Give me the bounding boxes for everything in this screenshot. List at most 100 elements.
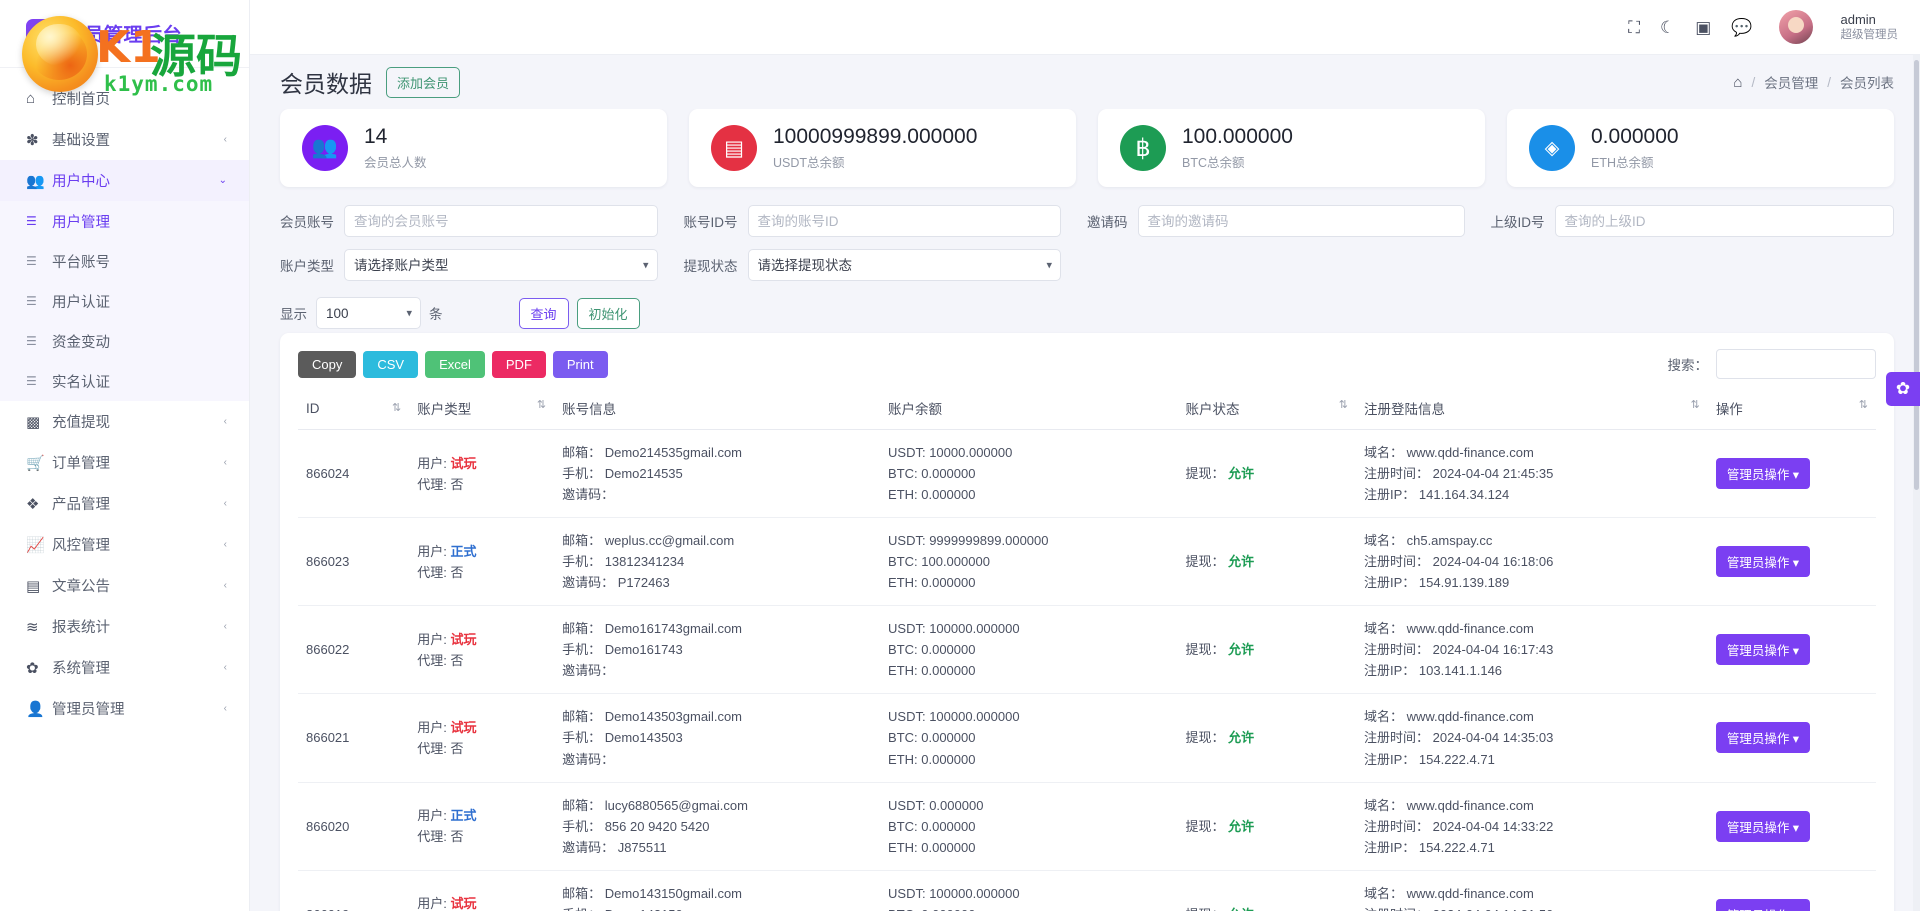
pdf-button[interactable]: PDF [491, 350, 546, 378]
sidebar-item-user-auth[interactable]: ☰ 用户认证 [0, 281, 249, 321]
admin-operation-button[interactable]: 管理员操作 ▾ [1715, 458, 1811, 490]
sidebar-item-user-manage[interactable]: ☰ 用户管理 [0, 201, 249, 241]
sidebar-item-admin-manage[interactable]: 👤 管理员管理 ‹ [0, 688, 249, 729]
sidebar-item-platform-account[interactable]: ☰ 平台账号 [0, 241, 249, 281]
chevron-down-icon: ⌄ [218, 175, 227, 186]
cell-balance: USDT: 0.000000 BTC: 0.000000 ETH: 0.000000 [880, 782, 1178, 871]
th-account-state[interactable]: 账户状态 ⇅ [1177, 389, 1356, 430]
sidebar-item-report-stats[interactable]: ≋ 报表统计 ‹ [0, 606, 249, 647]
show-count-select[interactable]: 100 [316, 297, 421, 329]
sidebar-item-basic-settings[interactable]: ✽ 基础设置 ‹ [0, 119, 249, 160]
admin-operation-button[interactable]: 管理员操作 ▾ [1715, 546, 1811, 578]
cell-account-state: 提现： 允许 [1177, 605, 1356, 695]
stat-value: 14 [364, 125, 388, 149]
stat-card-btc-balance: ฿ 100.000000 BTC总余额 [1098, 109, 1485, 187]
cell-register-info: 域名： www.qdd-finance.com注册时间： 2024-04-04 … [1356, 429, 1708, 519]
breadcrumb-home-icon[interactable]: ⌂ [1733, 74, 1742, 91]
sort-icon[interactable]: ⇅ [392, 401, 401, 414]
list-icon: ☰ [26, 294, 37, 308]
breadcrumb-item-member-manage[interactable]: 会员管理 [1764, 72, 1818, 92]
sidebar-item-realname-auth[interactable]: ☰ 实名认证 [0, 361, 249, 401]
avatar[interactable] [1778, 10, 1813, 44]
th-label: 账户类型 [417, 402, 472, 417]
parent-id-input[interactable] [1554, 205, 1894, 237]
sidebar-item-risk-manage[interactable]: 📈 风控管理 ‹ [0, 524, 249, 565]
cell-account-info: 邮箱： Demo214535gmail.com 手机： Demo214535 邀请码… [554, 429, 881, 519]
sort-icon[interactable]: ⇅ [537, 398, 546, 411]
message-icon[interactable]: 💬 [1731, 19, 1752, 36]
filter-label: 邀请码 [1087, 215, 1128, 230]
users-icon: 👥 [26, 172, 45, 190]
user-info[interactable]: admin 超级管理员 [1841, 12, 1899, 43]
csv-button[interactable]: CSV [363, 350, 419, 378]
th-balance[interactable]: 账户余额 [880, 389, 1178, 430]
breadcrumb-sep: / [1827, 74, 1831, 90]
admin-operation-button[interactable]: 管理员操作 ▾ [1715, 898, 1811, 911]
dark-mode-icon[interactable]: ☾ [1660, 19, 1675, 36]
sidebar-item-article-notice[interactable]: ▤ 文章公告 ‹ [0, 565, 249, 606]
filter-label: 账号ID号 [683, 215, 738, 230]
sidebar-item-fund-change[interactable]: ☰ 资金变动 [0, 321, 249, 361]
excel-button[interactable]: Excel [425, 350, 485, 378]
sort-icon[interactable]: ⇅ [1339, 398, 1348, 411]
add-member-button[interactable]: 添加会员 [386, 66, 461, 98]
th-account-info[interactable]: 账号信息 [554, 389, 881, 430]
sidebar-item-label: 产品管理 [52, 497, 110, 513]
sidebar-subitem-label: 资金变动 [52, 334, 110, 351]
sidebar-item-user-center[interactable]: 👥 用户中心 ⌄ [0, 160, 249, 201]
fullscreen-icon[interactable]: ⛶ [1628, 19, 1640, 36]
cell-account-type: 用户: 正式 代理: 否 [409, 782, 555, 871]
brand[interactable]: K1 会员管理后台 [0, 0, 249, 68]
filter-actions: 查询 初始化 [518, 297, 640, 329]
member-account-input[interactable] [344, 205, 658, 237]
table-panel: Copy CSV Excel PDF Print 搜索： ID ⇅ 账户类型 ⇅… [280, 333, 1894, 911]
cell-register-info: 域名： www.qdd-finance.com注册时间： 2024-04-04 … [1356, 605, 1708, 695]
settings-cog-icon[interactable]: ✿ [1886, 372, 1920, 406]
cell-balance: USDT: 100000.000000BTC: 0.000000ETH: 0.0… [880, 693, 1178, 783]
chevron-left-icon: ‹ [223, 703, 227, 714]
table-body: 866024 用户: 试玩 代理: 否邮箱： Demo214535gmail.com… [298, 429, 1876, 911]
chart-line-icon: 📈 [26, 536, 45, 554]
sidebar-item-system-manage[interactable]: ✿ 系统管理 ‹ [0, 647, 249, 688]
admin-operation-button[interactable]: 管理员操作 ▾ [1715, 722, 1811, 754]
admin-operation-button[interactable]: 管理员操作 ▾ [1715, 810, 1811, 842]
invite-code-input[interactable] [1137, 205, 1465, 237]
breadcrumb-item-member-list[interactable]: 会员列表 [1840, 72, 1894, 92]
sidebar-subitem-label: 平台账号 [52, 254, 110, 271]
print-button[interactable]: Print [552, 350, 608, 378]
cell-operation: 管理员操作 ▾ [1707, 782, 1876, 871]
sort-icon[interactable]: ⇅ [1859, 398, 1868, 411]
cell-account-info: 邮箱： Demo143150gmail.com手机： Demo143150邀请码… [554, 870, 881, 911]
reset-button[interactable]: 初始化 [576, 297, 640, 329]
table-row: 866019用户: 试玩代理: 否邮箱： Demo143150gmail.com… [298, 870, 1876, 911]
th-register-info[interactable]: 注册登陆信息 ⇅ [1356, 389, 1708, 430]
filter-account-id: 账号ID号 [684, 205, 1088, 237]
cell-account-state: 提现： 允许 [1177, 782, 1356, 871]
sidebar-item-home[interactable]: ⌂ 控制首页 [0, 78, 249, 119]
th-label: ID [306, 400, 320, 416]
screenshot-icon[interactable]: ▣ [1695, 19, 1711, 36]
copy-button[interactable]: Copy [298, 350, 357, 378]
chevron-left-icon: ‹ [223, 621, 227, 632]
page-scrollbar-thumb[interactable] [1914, 60, 1919, 490]
admin-operation-button[interactable]: 管理员操作 ▾ [1715, 634, 1811, 666]
main-area: ⛶ ☾ ▣ 💬 admin 超级管理员 会员数据 添加会员 ⌂ / 会员管理 /… [250, 0, 1920, 911]
account-type-select[interactable]: 请选择账户类型 [344, 249, 658, 281]
sort-icon[interactable]: ⇅ [1691, 398, 1700, 411]
query-button[interactable]: 查询 [518, 297, 569, 329]
th-account-type[interactable]: 账户类型 ⇅ [409, 389, 555, 430]
search-input[interactable] [1716, 349, 1876, 379]
sidebar-item-order-manage[interactable]: 🛒 订单管理 ‹ [0, 442, 249, 483]
th-label: 账户状态 [1185, 402, 1240, 417]
cell-operation: 管理员操作 ▾ [1707, 517, 1876, 607]
account-id-input[interactable] [747, 205, 1061, 237]
cell-account-info: 邮箱： lucy6880565@gmai.com 手机： 856 20 9420 … [554, 782, 881, 871]
th-operation[interactable]: 操作 ⇅ [1707, 389, 1876, 430]
th-id[interactable]: ID ⇅ [298, 389, 410, 430]
stat-label: ETH总余额 [1591, 155, 1654, 170]
withdraw-state-select[interactable]: 请选择提现状态 [747, 249, 1061, 281]
cog-icon: ✿ [26, 659, 39, 677]
sidebar-item-recharge-withdraw[interactable]: ▩ 充值提现 ‹ [0, 401, 249, 442]
sidebar-item-product-manage[interactable]: ❖ 产品管理 ‹ [0, 483, 249, 524]
cell-register-info: 域名： www.qdd-finance.com注册时间： 2024-04-04 … [1356, 782, 1708, 871]
